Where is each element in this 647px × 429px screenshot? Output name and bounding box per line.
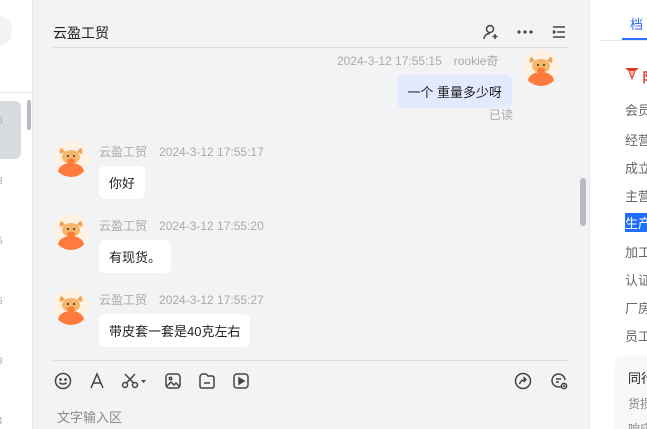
chat-panel: 云盈工贸 2024-3-12 17:55:15 rookie奇 一个 重量多少呀 …	[33, 0, 589, 429]
emoji-icon[interactable]	[53, 371, 73, 391]
chat-title: 云盈工贸	[53, 25, 109, 41]
info-row: 主营	[625, 189, 647, 204]
message-time: 2024-3-12 17:55:27	[159, 293, 264, 307]
brand-label: 阝	[642, 67, 647, 86]
composer-toolbar	[53, 371, 251, 391]
file-icon[interactable]	[197, 371, 217, 391]
header-actions	[481, 22, 569, 42]
message-sender: 云盈工贸	[99, 219, 148, 233]
list-item-digit: 0	[0, 116, 3, 127]
info-row: 会员	[625, 103, 647, 118]
message-bubble[interactable]: 带皮套一套是40克左右	[99, 314, 251, 347]
list-icon[interactable]	[549, 22, 569, 42]
list-divider	[0, 92, 33, 93]
read-status: 已读	[489, 108, 514, 122]
info-row: 员工	[625, 329, 647, 344]
selected-conversation[interactable]	[0, 101, 21, 159]
avatar[interactable]	[53, 141, 89, 177]
chat-header: 云盈工贸	[53, 16, 569, 48]
avatar[interactable]	[53, 289, 89, 325]
message-input[interactable]: 文字输入区	[57, 407, 122, 426]
message-time: 2024-3-12 17:55:17	[159, 145, 264, 159]
info-row: 认证	[625, 273, 647, 288]
list-item-digit: 4	[0, 416, 3, 427]
tab-archive[interactable]: 档	[630, 14, 643, 33]
share-icon[interactable]	[513, 371, 533, 391]
message-time: 2024-3-12 17:55:20	[159, 219, 264, 233]
peer-card-row: 货损	[628, 397, 647, 411]
avatar[interactable]	[523, 50, 559, 86]
tab-divider	[600, 40, 647, 41]
more-icon[interactable]	[515, 22, 535, 42]
message-bubble[interactable]: 有现货。	[99, 240, 172, 273]
tab-active-indicator	[622, 38, 647, 40]
image-icon[interactable]	[163, 371, 183, 391]
composer-actions	[513, 371, 569, 391]
contact-icon[interactable]	[481, 22, 501, 42]
list-scrollbar[interactable]	[27, 100, 31, 130]
message-meta: 云盈工贸 2024-3-12 17:55:20	[99, 217, 264, 234]
list-item-digit: 3	[0, 176, 3, 187]
video-icon[interactable]	[231, 371, 251, 391]
brand-icon	[625, 68, 639, 80]
message-scrollbar[interactable]	[580, 178, 586, 226]
right-info-panel: 档 阝 会员 经营 成立 主营 生产 加工 认证 厂房 员工 同行 货损 响应	[589, 0, 647, 429]
message-bubble[interactable]: 一个 重量多少呀	[397, 75, 512, 108]
info-row: 加工	[625, 245, 647, 260]
avatar[interactable]	[53, 214, 89, 250]
message-meta: 云盈工贸 2024-3-12 17:55:17	[99, 143, 264, 160]
message-sender: 云盈工贸	[99, 145, 148, 159]
message-sender: 云盈工贸	[99, 293, 148, 307]
info-row: 厂房	[625, 301, 647, 316]
message-meta: 云盈工贸 2024-3-12 17:55:27	[99, 291, 264, 308]
list-item-digit: 5	[0, 236, 3, 247]
peer-card	[615, 356, 647, 429]
scissors-icon[interactable]	[121, 371, 149, 391]
search-pill[interactable]	[0, 16, 12, 46]
message-meta: 2024-3-12 17:55:15 rookie奇	[337, 52, 498, 69]
font-icon[interactable]	[87, 371, 107, 391]
info-row-selected[interactable]: 生产	[625, 213, 647, 232]
message-sender: rookie奇	[453, 54, 499, 68]
peer-card-title: 同行	[628, 371, 647, 386]
info-row: 成立	[625, 161, 647, 176]
message-time: 2024-3-12 17:55:15	[337, 54, 442, 68]
conversation-list-strip: 0 3 5 5 9 4	[0, 0, 33, 429]
composer: 文字输入区	[53, 360, 569, 429]
info-row: 经营	[625, 133, 647, 148]
message-bubble[interactable]: 你好	[99, 166, 146, 199]
peer-card-row: 响应	[628, 422, 647, 429]
list-item-digit: 5	[0, 296, 3, 307]
message-area: 2024-3-12 17:55:15 rookie奇 一个 重量多少呀 已读 云盈…	[33, 48, 589, 358]
history-icon[interactable]	[549, 371, 569, 391]
list-item-digit: 9	[0, 356, 3, 367]
